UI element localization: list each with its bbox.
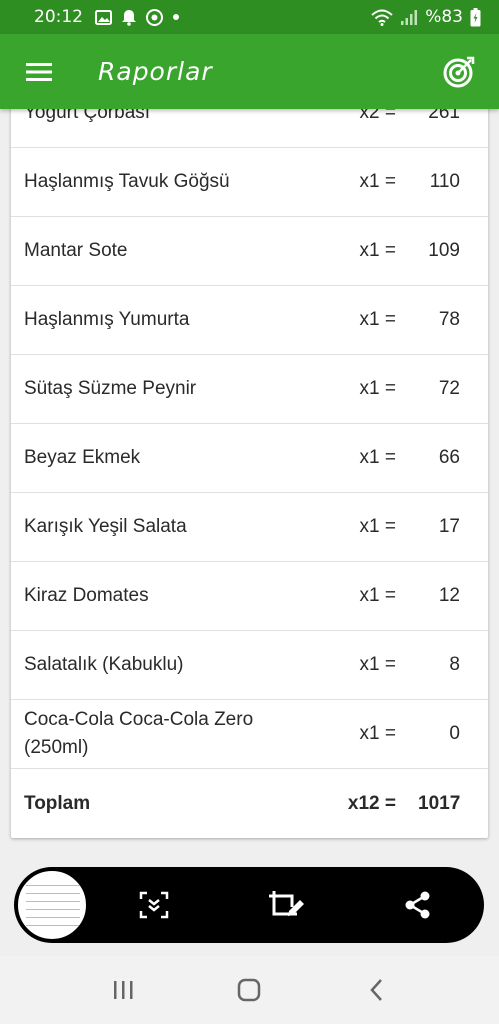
report-content[interactable]: Yoğurt Çorbası x2 = 261 Haşlanmış Tavuk Gö… xyxy=(0,109,499,869)
food-name: Karışık Yeşil Salata xyxy=(24,516,187,537)
menu-icon xyxy=(26,62,52,81)
system-nav-bar xyxy=(0,956,499,1024)
food-name: Coca-Cola Coca-Cola Zero (250ml) xyxy=(24,709,254,758)
recent-apps-icon xyxy=(114,981,133,999)
food-quantity: x1 = xyxy=(359,723,396,744)
food-calories: 12 xyxy=(438,585,460,606)
food-calories: 109 xyxy=(428,240,460,261)
table-row: Salatalık (Kabuklu) x1 = 8 xyxy=(11,631,488,700)
food-quantity: x1 = xyxy=(359,171,396,192)
food-name: Kiraz Domates xyxy=(24,585,149,606)
scroll-capture-icon xyxy=(139,891,169,919)
food-calories: 17 xyxy=(438,516,460,537)
home-icon xyxy=(238,978,261,1002)
food-quantity: x1 = xyxy=(359,309,396,330)
food-calories: 110 xyxy=(429,171,460,192)
food-calories: 8 xyxy=(449,654,460,675)
total-label: Toplam xyxy=(24,792,91,814)
food-quantity: x2 = xyxy=(359,109,396,123)
food-report-card: Yoğurt Çorbası x2 = 261 Haşlanmış Tavuk Gö… xyxy=(11,109,488,838)
page-title: Raporlar xyxy=(98,57,213,86)
food-calories: 72 xyxy=(438,378,460,399)
food-quantity: x1 = xyxy=(359,378,396,399)
food-name: Salatalık (Kabuklu) xyxy=(24,654,184,675)
food-quantity: x1 = xyxy=(359,240,396,261)
back-button[interactable] xyxy=(346,960,406,1020)
scroll-capture-button[interactable] xyxy=(88,867,220,943)
recent-apps-button[interactable] xyxy=(93,960,153,1020)
home-button[interactable] xyxy=(219,960,279,1020)
food-quantity: x1 = xyxy=(359,585,396,606)
food-calories: 261 xyxy=(428,109,460,123)
total-calories: 1017 xyxy=(418,792,461,814)
share-icon xyxy=(405,891,430,919)
table-row: Yoğurt Çorbası x2 = 261 xyxy=(11,109,488,148)
table-row: Karışık Yeşil Salata x1 = 17 xyxy=(11,493,488,562)
food-calories: 0 xyxy=(449,723,460,744)
menu-button[interactable] xyxy=(0,34,78,109)
share-button[interactable] xyxy=(352,867,484,943)
status-bar: 20:12 %83 xyxy=(0,0,499,34)
wifi-icon xyxy=(371,9,393,26)
food-name: Sütaş Süzme Peynir xyxy=(24,378,197,399)
battery-icon xyxy=(470,7,481,26)
table-row: Kiraz Domates x1 = 12 xyxy=(11,562,488,631)
food-quantity: x1 = xyxy=(359,447,396,468)
food-name: Haşlanmış Tavuk Göğsü xyxy=(24,171,230,192)
app-bar: Raporlar xyxy=(0,34,499,109)
dot-icon xyxy=(173,14,179,20)
crop-edit-icon xyxy=(269,891,304,916)
food-quantity: x1 = xyxy=(359,516,396,537)
table-row: Sütaş Süzme Peynir x1 = 72 xyxy=(11,355,488,424)
status-time: 20:12 xyxy=(34,7,83,27)
table-row: Haşlanmış Tavuk Göğsü x1 = 110 xyxy=(11,148,488,217)
food-quantity: x1 = xyxy=(359,654,396,675)
food-name: Haşlanmış Yumurta xyxy=(24,309,190,330)
table-row: Coca-Cola Coca-Cola Zero (250ml) x1 = 0 xyxy=(11,700,488,769)
screenshot-thumbnail[interactable] xyxy=(16,869,88,941)
food-calories: 66 xyxy=(438,447,460,468)
table-row: Mantar Sote x1 = 109 xyxy=(11,217,488,286)
food-name: Mantar Sote xyxy=(24,240,128,261)
back-icon xyxy=(370,979,382,1001)
total-row: Toplam x12 = 1017 xyxy=(11,769,488,838)
food-name: Beyaz Ekmek xyxy=(24,447,141,468)
food-calories: 78 xyxy=(438,309,460,330)
notification-bell-icon xyxy=(122,9,136,26)
table-row: Haşlanmış Yumurta x1 = 78 xyxy=(11,286,488,355)
crop-edit-button[interactable] xyxy=(220,867,352,943)
table-row: Beyaz Ekmek x1 = 66 xyxy=(11,424,488,493)
food-name: Yoğurt Çorbası xyxy=(24,109,151,123)
battery-percent: %83 xyxy=(425,7,463,27)
goal-button[interactable] xyxy=(419,34,499,109)
screenshot-toolbar xyxy=(14,867,484,943)
status-system-icons: %83 xyxy=(371,7,481,27)
image-icon xyxy=(95,9,112,25)
status-notification-icons xyxy=(95,8,180,26)
total-quantity: x12 = xyxy=(347,792,396,814)
signal-icon xyxy=(401,9,418,25)
chrome-icon xyxy=(146,8,163,26)
target-icon xyxy=(443,56,475,87)
